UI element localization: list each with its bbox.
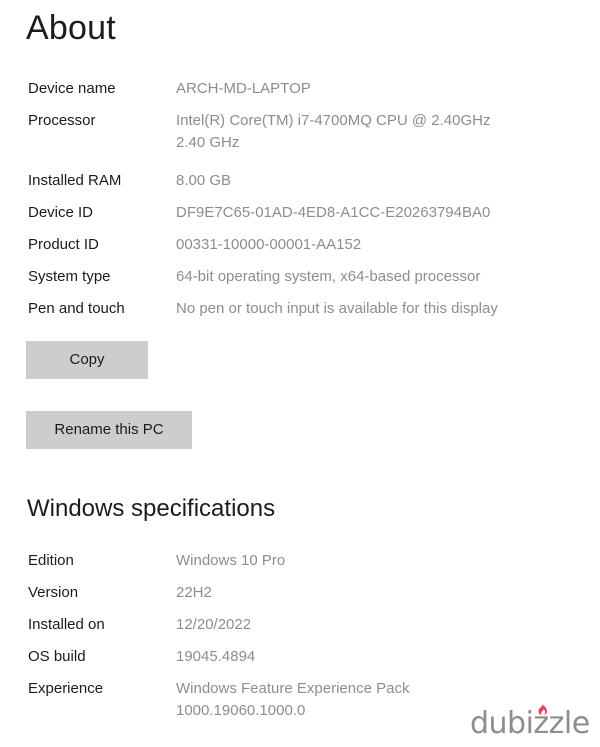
spec-row-processor: Processor Intel(R) Core(TM) i7-4700MQ CP… bbox=[0, 110, 600, 170]
spec-label-system-type: System type bbox=[28, 268, 111, 285]
spec-label-experience: Experience bbox=[28, 680, 104, 697]
spec-row-version: Version 22H2 bbox=[0, 582, 600, 614]
spec-value-product-id: 00331-10000-00001-AA152 bbox=[176, 236, 362, 253]
spec-row-device-name: Device name ARCH-MD-LAPTOP bbox=[0, 78, 600, 110]
device-specifications-list: Device name ARCH-MD-LAPTOP Processor Int… bbox=[0, 78, 600, 330]
spec-value-system-type: 64-bit operating system, x64-based proce… bbox=[176, 268, 481, 285]
spec-row-pen-and-touch: Pen and touch No pen or touch input is a… bbox=[0, 298, 600, 330]
spec-value-processor-line2: 2.40 GHz bbox=[176, 134, 240, 151]
watermark-label: dubizzle bbox=[470, 706, 590, 741]
spec-row-edition: Edition Windows 10 Pro bbox=[0, 550, 600, 582]
spec-label-os-build: OS build bbox=[28, 648, 86, 665]
spec-value-edition: Windows 10 Pro bbox=[176, 552, 286, 569]
spec-label-installed-on: Installed on bbox=[28, 616, 105, 633]
spec-value-device-name: ARCH-MD-LAPTOP bbox=[176, 80, 311, 97]
spec-value-pen-and-touch: No pen or touch input is available for t… bbox=[176, 300, 498, 317]
spec-row-installed-on: Installed on 12/20/2022 bbox=[0, 614, 600, 646]
spec-value-processor: Intel(R) Core(TM) i7-4700MQ CPU @ 2.40GH… bbox=[176, 110, 592, 154]
spec-value-device-id: DF9E7C65-01AD-4ED8-A1CC-E20263794BA0 bbox=[176, 204, 491, 221]
spec-label-product-id: Product ID bbox=[28, 236, 99, 253]
spec-row-os-build: OS build 19045.4894 bbox=[0, 646, 600, 678]
spec-row-installed-ram: Installed RAM 8.00 GB bbox=[0, 170, 600, 202]
spec-label-installed-ram: Installed RAM bbox=[28, 172, 122, 189]
rename-this-pc-button[interactable]: Rename this PC bbox=[26, 411, 192, 449]
copy-button[interactable]: Copy bbox=[26, 341, 148, 379]
watermark: dubizzle bbox=[470, 702, 600, 747]
spec-row-product-id: Product ID 00331-10000-00001-AA152 bbox=[0, 234, 600, 266]
spec-row-system-type: System type 64-bit operating system, x64… bbox=[0, 266, 600, 298]
spec-value-experience-line1: Windows Feature Experience Pack bbox=[176, 680, 410, 697]
spec-value-processor-line1: Intel(R) Core(TM) i7-4700MQ CPU @ 2.40GH… bbox=[176, 112, 491, 129]
spec-label-edition: Edition bbox=[28, 552, 74, 569]
spec-label-device-name: Device name bbox=[28, 80, 116, 97]
about-settings-page: About Device name ARCH-MD-LAPTOP Process… bbox=[0, 0, 600, 747]
spec-label-device-id: Device ID bbox=[28, 204, 94, 221]
flame-icon bbox=[538, 704, 547, 716]
spec-value-version: 22H2 bbox=[176, 584, 212, 601]
spec-label-pen-and-touch: Pen and touch bbox=[28, 300, 125, 317]
spec-value-os-build: 19045.4894 bbox=[176, 648, 256, 665]
spec-label-version: Version bbox=[28, 584, 79, 601]
spec-value-installed-ram: 8.00 GB bbox=[176, 172, 232, 189]
spec-row-device-id: Device ID DF9E7C65-01AD-4ED8-A1CC-E20263… bbox=[0, 202, 600, 234]
page-title: About bbox=[26, 9, 116, 47]
spec-value-installed-on: 12/20/2022 bbox=[176, 616, 252, 633]
windows-specifications-heading: Windows specifications bbox=[27, 495, 276, 522]
spec-label-processor: Processor bbox=[28, 112, 96, 129]
